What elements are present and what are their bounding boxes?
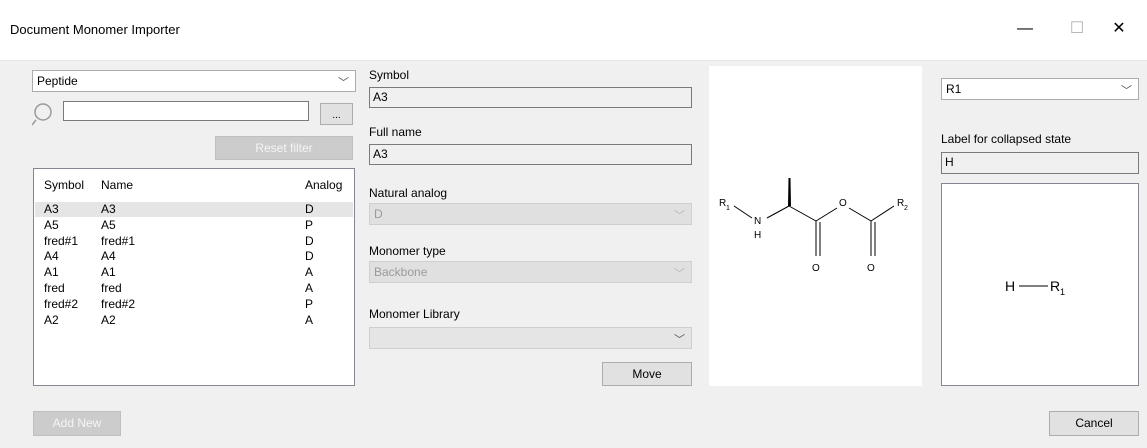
collapsed-label: Label for collapsed state — [941, 132, 1072, 146]
natural-analog-label: Natural analog — [369, 186, 448, 200]
chevron-down-icon: ﹀ — [674, 334, 685, 346]
list-item[interactable]: A2 A2 A — [35, 313, 353, 328]
search-icon — [32, 103, 52, 126]
monomer-structure-drawing: R 1 N H O O O R 2 — [719, 178, 908, 274]
chevron-down-icon: ﹀ — [674, 210, 685, 222]
monomer-type-select-value: Peptide — [37, 74, 78, 88]
list-item[interactable]: fred fred A — [35, 281, 353, 296]
r1-subscript: 1 — [726, 205, 730, 212]
preview-h: H — [1005, 278, 1015, 294]
rgroup-preview-drawing: H R 1 — [1005, 278, 1065, 297]
list-item-symbol: fred#1 — [44, 233, 79, 248]
browse-button[interactable]: ... — [320, 103, 353, 125]
carbonyl-oxygen-1: O — [812, 263, 820, 274]
list-item[interactable]: A5 A5 P — [35, 218, 353, 233]
list-item-symbol: A2 — [44, 312, 59, 327]
list-item-symbol: A3 — [44, 202, 59, 216]
column-header-analog[interactable]: Analog — [305, 178, 342, 193]
list-header: Symbol Name Analog — [35, 178, 353, 193]
monomer-type-field[interactable]: Backbone ﹀ — [369, 261, 692, 283]
ester-oxygen: O — [839, 198, 847, 209]
list-item[interactable]: fred#2 fred#2 P — [35, 297, 353, 312]
natural-analog-select[interactable]: D ﹀ — [369, 203, 692, 225]
monomer-library-label: Monomer Library — [369, 307, 460, 321]
list-item-analog: D — [305, 233, 314, 248]
list-item-name: A4 — [101, 249, 116, 264]
search-input[interactable] — [63, 101, 309, 121]
n-atom: N — [754, 216, 761, 227]
preview-subscript: 1 — [1060, 287, 1065, 297]
list-item-analog: P — [305, 217, 314, 232]
maximize-button[interactable]: ☐ — [1062, 14, 1092, 44]
list-item-name: fred#1 — [101, 233, 136, 248]
list-item-symbol: A4 — [44, 249, 59, 264]
move-button[interactable]: Move — [602, 362, 692, 386]
preview-r: R — [1050, 278, 1060, 294]
symbol-label: Symbol — [369, 68, 410, 82]
list-item-symbol: fred — [44, 281, 65, 295]
close-button[interactable]: ✕ — [1104, 14, 1134, 44]
list-item-analog: A — [305, 281, 314, 295]
list-item[interactable]: A3 A3 D — [35, 202, 353, 217]
list-item-analog: D — [305, 249, 314, 264]
rgroup-select[interactable]: R1 ﹀ — [941, 78, 1139, 100]
list-item-name: A1 — [101, 265, 116, 280]
column-header-symbol[interactable]: Symbol — [44, 178, 84, 193]
column-header-name[interactable]: Name — [101, 178, 133, 193]
list-item-name: A2 — [101, 312, 116, 327]
symbol-field[interactable]: A3 — [369, 87, 692, 108]
list-item-analog: A — [305, 312, 314, 327]
r2-subscript: 2 — [904, 205, 908, 212]
list-item-analog: D — [305, 202, 314, 216]
list-item[interactable]: A1 A1 A — [35, 265, 353, 280]
rgroup-preview-panel: H R 1 — [941, 183, 1139, 386]
list-item[interactable]: fred#1 fred#1 D — [35, 234, 353, 249]
list-item-symbol: fred#2 — [44, 296, 79, 311]
rgroup-select-value: R1 — [946, 82, 962, 96]
monomer-list[interactable]: Symbol Name Analog A3 A3 D A5 A5 Pfred#1 fred#… — [33, 168, 355, 386]
minimize-button[interactable]: — — [1010, 14, 1040, 44]
full-name-field[interactable]: A3 — [369, 144, 692, 165]
chevron-down-icon: ﹀ — [674, 268, 685, 280]
title-divider — [0, 60, 1147, 61]
list-item-name: A3 — [101, 202, 116, 216]
structure-panel: R 1 N H O O O R 2 — [709, 66, 922, 386]
chevron-down-icon: ﹀ — [1121, 85, 1132, 97]
monomer-type-value: Backbone — [374, 265, 428, 279]
list-item[interactable]: A4 A4 D — [35, 249, 353, 264]
list-item-name: fred — [101, 281, 122, 295]
monomer-type-select[interactable]: Peptide ﹀ — [32, 70, 356, 92]
full-name-label: Full name — [369, 125, 422, 139]
add-new-button[interactable]: Add New — [33, 411, 121, 436]
carbonyl-oxygen-2: O — [867, 263, 875, 274]
list-item-analog: P — [305, 296, 314, 311]
natural-analog-value: D — [374, 207, 383, 221]
cancel-button[interactable]: Cancel — [1049, 411, 1139, 436]
list-item-name: fred#2 — [101, 296, 136, 311]
monomer-library-select[interactable]: ﹀ — [369, 327, 692, 349]
reset-filter-button[interactable]: Reset filter — [215, 136, 353, 160]
window-title: Document Monomer Importer — [10, 22, 180, 37]
monomer-type-label: Monomer type — [369, 244, 446, 258]
collapsed-label-field[interactable]: H — [941, 152, 1139, 174]
h-atom: H — [754, 230, 761, 241]
list-item-analog: A — [305, 265, 314, 280]
list-item-symbol: A1 — [44, 265, 59, 280]
chevron-down-icon: ﹀ — [338, 77, 349, 89]
list-item-name: A5 — [101, 217, 116, 232]
list-item-symbol: A5 — [44, 217, 59, 232]
